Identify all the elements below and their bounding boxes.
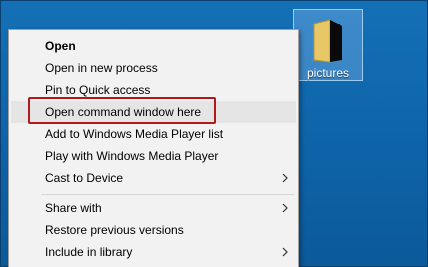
menu-item-label: Restore previous versions — [45, 223, 184, 237]
desktop-folder-pictures[interactable]: pictures — [293, 9, 363, 81]
menu-item-open-in-new-process[interactable]: Open in new process — [11, 57, 296, 79]
chevron-right-icon — [282, 247, 288, 257]
menu-item-label: Open — [45, 39, 76, 53]
folder-label: pictures — [306, 66, 350, 80]
menu-item-cast-to-device[interactable]: Cast to Device — [11, 167, 296, 189]
menu-item-include-in-library[interactable]: Include in library — [11, 241, 296, 263]
menu-item-label: Pin to Quick access — [45, 83, 151, 97]
menu-item-open-command-window[interactable]: Open command window here — [11, 101, 296, 123]
menu-item-open[interactable]: Open — [11, 35, 296, 57]
menu-item-share-with[interactable]: Share with — [11, 197, 296, 219]
chevron-right-icon — [282, 203, 288, 213]
menu-item-label: Open in new process — [45, 61, 158, 75]
menu-item-label: Add to Windows Media Player list — [45, 127, 224, 141]
menu-item-label: Share with — [45, 201, 102, 215]
folder-icon — [313, 19, 342, 63]
menu-item-pin-to-quick-access[interactable]: Pin to Quick access — [11, 79, 296, 101]
menu-item-label: Cast to Device — [45, 171, 124, 185]
menu-item-play-with-wmp[interactable]: Play with Windows Media Player — [11, 145, 296, 167]
chevron-right-icon — [282, 173, 288, 183]
menu-item-label: Play with Windows Media Player — [45, 149, 219, 163]
menu-item-add-to-wmp-list[interactable]: Add to Windows Media Player list — [11, 123, 296, 145]
menu-item-label: Open command window here — [45, 105, 202, 119]
menu-separator — [41, 194, 294, 195]
context-menu: Open Open in new process Pin to Quick ac… — [8, 29, 299, 267]
menu-item-restore-previous-versions[interactable]: Restore previous versions — [11, 219, 296, 241]
menu-item-label: Include in library — [45, 245, 133, 259]
